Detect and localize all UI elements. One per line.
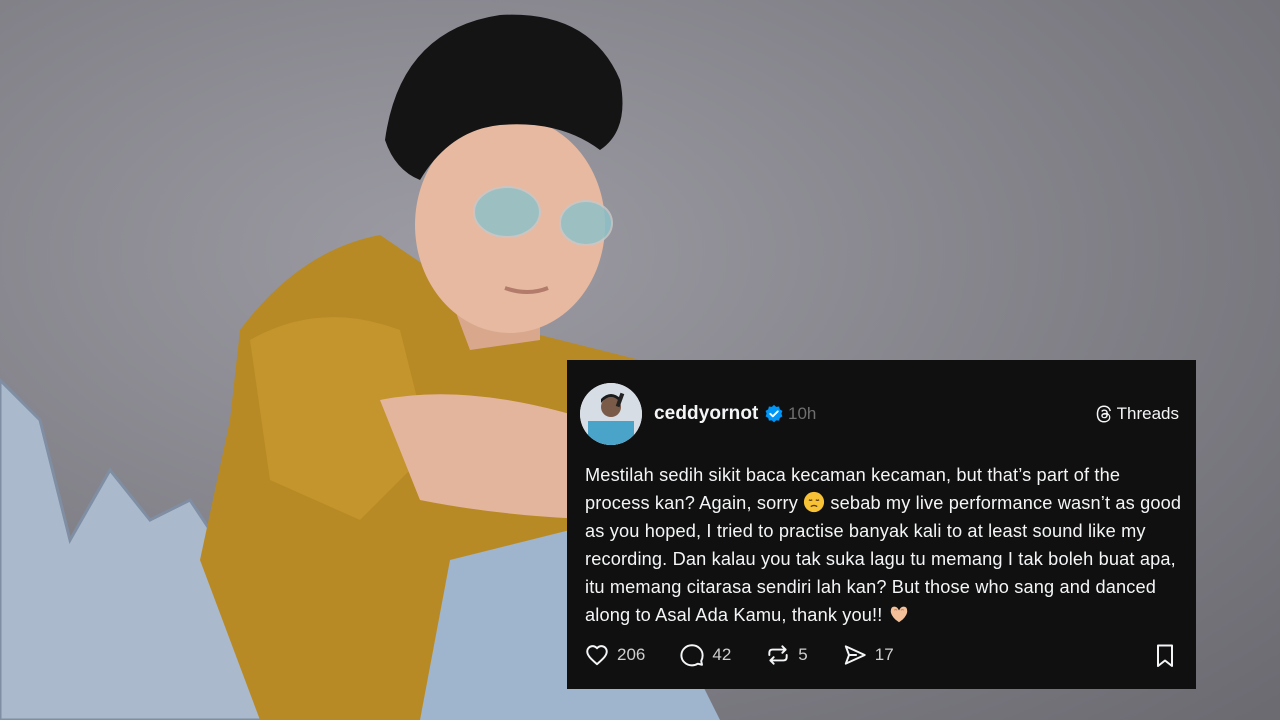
share-button[interactable]: 17 (842, 642, 894, 668)
repost-count: 5 (798, 645, 808, 664)
threads-logo-icon (1096, 405, 1111, 423)
repost-button[interactable]: 5 (765, 642, 808, 668)
username[interactable]: ceddyornot (654, 403, 758, 425)
heart-hands-emoji-icon (890, 606, 907, 623)
comment-icon (680, 644, 704, 667)
verified-badge-icon (765, 404, 783, 423)
bookmark-icon[interactable] (1153, 643, 1177, 669)
post-timestamp: 10h (788, 404, 817, 423)
threads-brand[interactable]: Threads (1095, 404, 1179, 424)
reply-button[interactable]: 42 (679, 642, 731, 668)
repost-icon (768, 645, 788, 665)
reply-count: 42 (712, 645, 732, 664)
share-icon (844, 645, 866, 665)
threads-post-card: ceddyornot 10h Threads Mestilah sedih si… (567, 360, 1196, 689)
like-button[interactable]: 206 (584, 642, 645, 668)
post-actions: 206 42 5 17 (584, 642, 928, 668)
share-count: 17 (874, 645, 894, 664)
threads-brand-label: Threads (1116, 404, 1179, 423)
avatar-image (580, 383, 642, 445)
post-text: Mestilah sedih sikit baca kecaman kecama… (585, 461, 1185, 629)
heart-icon (586, 645, 608, 666)
disappointed-face-emoji-icon (804, 491, 825, 513)
like-count: 206 (617, 645, 646, 664)
avatar[interactable] (580, 383, 642, 445)
